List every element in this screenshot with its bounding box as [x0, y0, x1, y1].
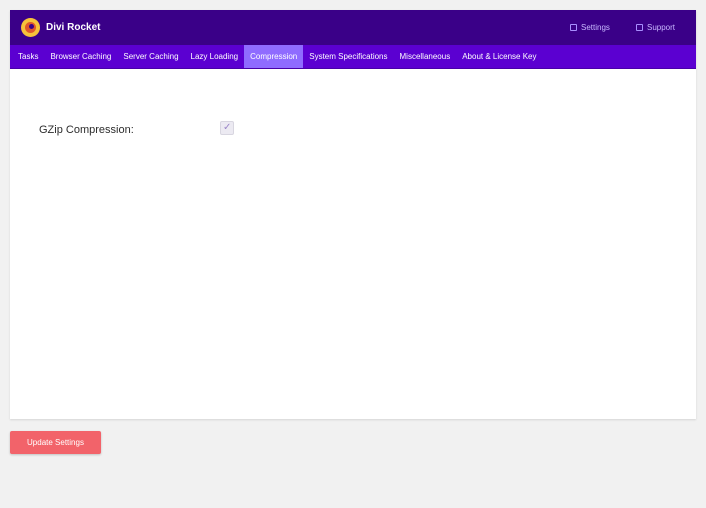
support-icon	[636, 24, 643, 31]
update-settings-button[interactable]: Update Settings	[10, 431, 101, 454]
tab-browser-caching[interactable]: Browser Caching	[44, 45, 117, 68]
gzip-compression-checkbox[interactable]: ✓	[220, 121, 234, 135]
settings-icon	[570, 24, 577, 31]
brand-title: Divi Rocket	[46, 22, 101, 33]
rocket-logo-icon	[21, 18, 40, 37]
support-link-label: Support	[647, 23, 676, 32]
gzip-compression-label: GZip Compression:	[39, 124, 134, 136]
tab-lazy-loading[interactable]: Lazy Loading	[185, 45, 245, 68]
tab-tasks[interactable]: Tasks	[12, 45, 44, 68]
tab-compression[interactable]: Compression	[244, 45, 304, 68]
tab-about-license-key[interactable]: About & License Key	[456, 45, 542, 68]
settings-panel: Divi Rocket Settings Support Tasks Brows…	[10, 10, 696, 419]
app-header: Divi Rocket Settings Support	[10, 10, 696, 45]
tab-system-specifications[interactable]: System Specifications	[303, 45, 393, 68]
support-link[interactable]: Support	[636, 10, 675, 45]
checkmark-icon: ✓	[223, 122, 232, 133]
compression-settings: GZip Compression: ✓	[10, 69, 696, 418]
tab-server-caching[interactable]: Server Caching	[117, 45, 184, 68]
settings-link[interactable]: Settings	[570, 10, 610, 45]
settings-link-label: Settings	[581, 23, 610, 32]
tab-bar: Tasks Browser Caching Server Caching Laz…	[10, 45, 696, 69]
tab-miscellaneous[interactable]: Miscellaneous	[394, 45, 457, 68]
